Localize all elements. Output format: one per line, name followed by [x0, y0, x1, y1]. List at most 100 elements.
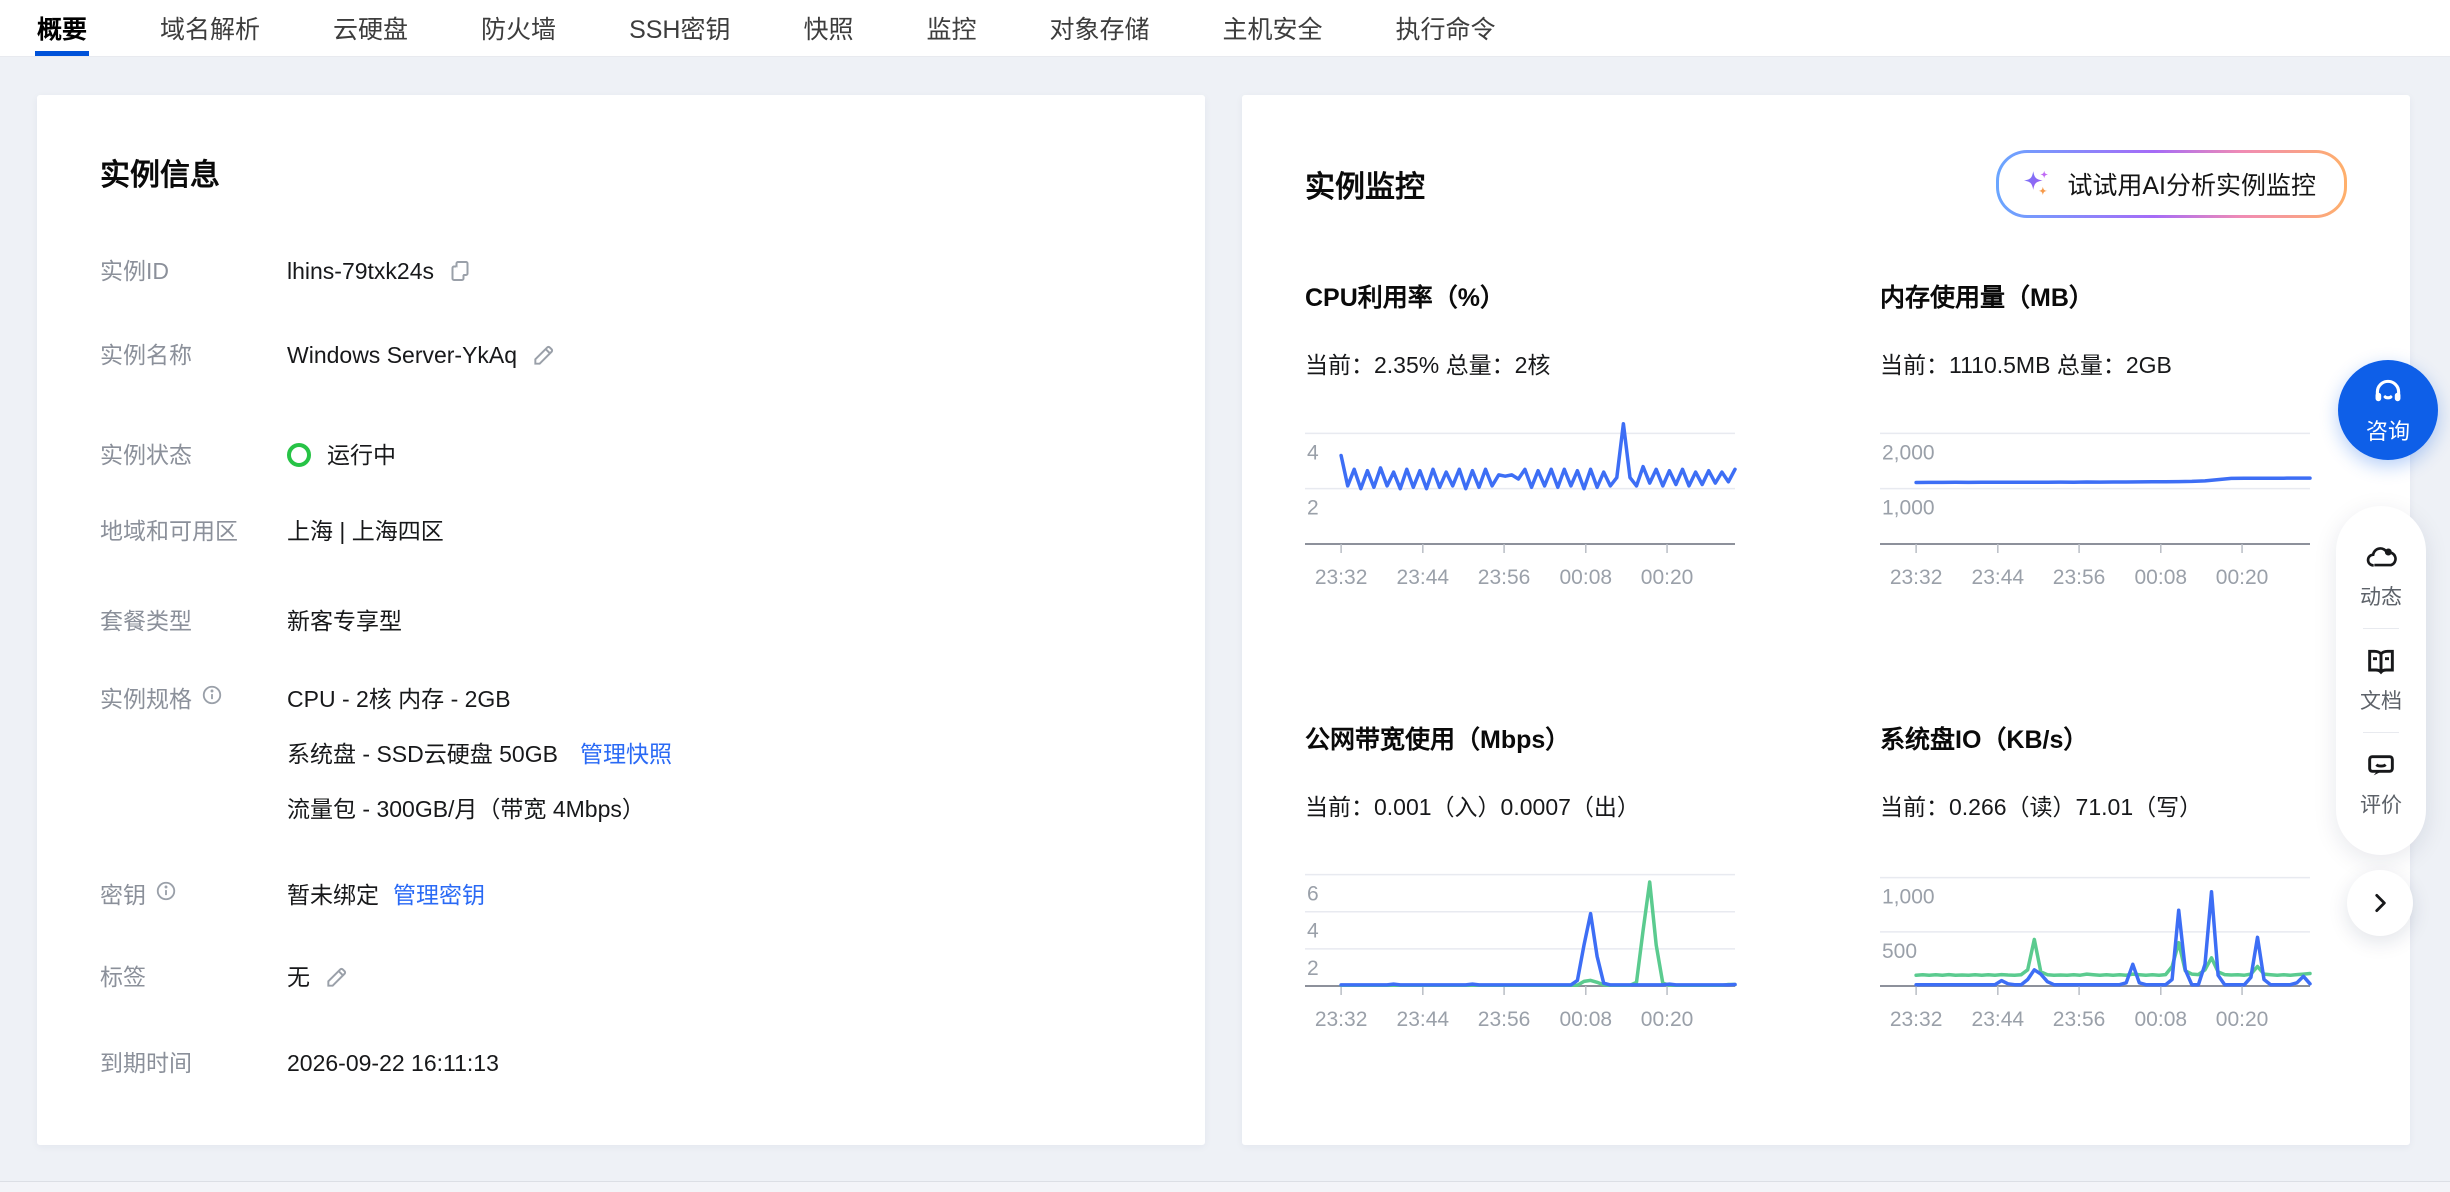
spec-info-icon[interactable] [201, 684, 223, 706]
tab-run-command[interactable]: 执行命令 [1396, 0, 1496, 56]
manage-key-link[interactable]: 管理密钥 [393, 880, 485, 910]
tab-snapshot[interactable]: 快照 [803, 0, 853, 56]
memory-usage-chart[interactable]: 2,0001,00023:3223:4423:5600:0800:20 [1880, 414, 2310, 594]
svg-text:23:32: 23:32 [1315, 566, 1368, 589]
tab-cloud-disk[interactable]: 云硬盘 [333, 0, 408, 56]
tag-value: 无 [287, 962, 310, 992]
tab-firewall[interactable]: 防火墙 [481, 0, 556, 56]
svg-text:00:08: 00:08 [2135, 566, 2188, 589]
docs-button[interactable]: 文档 [2360, 634, 2402, 727]
package-type-value: 新客专享型 [287, 606, 402, 636]
memory-chart-cell: 内存使用量（MB） 当前：1110.5MB 总量：2GB 2,000 1,000 2… [1880, 278, 2310, 594]
instance-monitor-title: 实例监控 [1305, 162, 1425, 206]
svg-text:1,000: 1,000 [1882, 886, 1935, 909]
ai-analyze-button[interactable]: 试试用AI分析实例监控 [1996, 150, 2347, 218]
consult-button[interactable]: 咨询 [2338, 360, 2438, 460]
svg-text:1,000: 1,000 [1882, 497, 1935, 520]
svg-text:500: 500 [1882, 940, 1917, 963]
disk-io-chart-current: 当前：0.266（读）71.01（写） [1880, 788, 2310, 822]
manage-snapshot-link[interactable]: 管理快照 [580, 739, 672, 769]
row-expire-time: 到期时间 2026-09-22 16:11:13 [100, 1048, 1142, 1078]
svg-text:00:08: 00:08 [1560, 566, 1613, 589]
side-toolbar: 动态 文档 评价 [2336, 506, 2426, 855]
region-label: 地域和可用区 [100, 516, 287, 546]
cpu-chart-cell: CPU利用率（%） 当前：2.35% 总量：2核 4223:3223:4423:… [1305, 278, 1735, 594]
news-button[interactable]: 动态 [2360, 530, 2402, 623]
bandwidth-chart-current: 当前：0.001（入）0.0007（出） [1305, 788, 1735, 822]
svg-text:6: 6 [1307, 883, 1319, 906]
tab-object-storage[interactable]: 对象存储 [1050, 0, 1150, 56]
instance-status-value: 运行中 [327, 440, 396, 470]
instance-tab-bar: 概要 域名解析 云硬盘 防火墙 SSH密钥 快照 监控 对象存储 主机安全 执行… [0, 0, 2450, 57]
svg-text:23:44: 23:44 [1972, 566, 2025, 589]
feedback-button[interactable]: 评价 [2360, 738, 2402, 831]
region-value: 上海 | 上海四区 [287, 516, 444, 546]
copy-icon[interactable] [448, 259, 472, 283]
chevron-right-icon [2367, 890, 2393, 916]
expire-time-value: 2026-09-22 16:11:13 [287, 1048, 499, 1078]
svg-text:23:56: 23:56 [1478, 1008, 1531, 1031]
spec-cpu-mem: CPU - 2核 内存 - 2GB [287, 684, 672, 714]
toolbar-divider [2363, 628, 2399, 629]
expire-time-label: 到期时间 [100, 1048, 287, 1078]
memory-chart-title: 内存使用量（MB） [1880, 278, 2310, 314]
svg-text:00:20: 00:20 [1641, 1008, 1694, 1031]
news-label: 动态 [2360, 581, 2402, 611]
package-type-label: 套餐类型 [100, 606, 287, 636]
svg-text:23:44: 23:44 [1397, 566, 1450, 589]
bandwidth-usage-chart[interactable]: 64223:3223:4423:5600:0800:20 [1305, 856, 1735, 1036]
disk-io-chart-cell: 系统盘IO（KB/s） 当前：0.266（读）71.01（写） 1,000500… [1880, 720, 2310, 1036]
instance-spec-label: 实例规格 [100, 684, 192, 714]
instance-name-label: 实例名称 [100, 340, 287, 370]
instance-id-value: lhins-79txk24s [287, 256, 434, 286]
row-instance-name: 实例名称 Windows Server-YkAq [100, 340, 1142, 370]
key-info-icon[interactable] [155, 880, 177, 902]
edit-tag-icon[interactable] [324, 964, 350, 990]
svg-text:23:44: 23:44 [1397, 1008, 1450, 1031]
instance-status-label: 实例状态 [100, 440, 287, 470]
row-package-type: 套餐类型 新客专享型 [100, 606, 1142, 636]
row-instance-spec: 实例规格 CPU - 2核 内存 - 2GB 系统盘 - SSD云硬盘 50GB… [100, 684, 1142, 824]
ai-analyze-label: 试试用AI分析实例监控 [2067, 166, 2316, 202]
monitor-charts-grid: CPU利用率（%） 当前：2.35% 总量：2核 4223:3223:4423:… [1305, 278, 2347, 1036]
instance-info-title: 实例信息 [100, 150, 1142, 194]
svg-text:23:56: 23:56 [1478, 566, 1531, 589]
collapse-toolbar-button[interactable] [2347, 870, 2413, 936]
tag-label: 标签 [100, 962, 287, 992]
svg-text:4: 4 [1307, 920, 1319, 943]
svg-text:23:44: 23:44 [1972, 1008, 2025, 1031]
row-instance-id: 实例ID lhins-79txk24s [100, 256, 1142, 286]
tab-dns[interactable]: 域名解析 [160, 0, 260, 56]
cpu-usage-chart[interactable]: 4223:3223:4423:5600:0800:20 [1305, 414, 1735, 594]
memory-chart-current: 当前：1110.5MB 总量：2GB [1880, 346, 2310, 380]
page-bottom-strip [0, 1182, 2450, 1192]
instance-info-rows: 实例ID lhins-79txk24s 实例名称 Windows Server-… [100, 256, 1142, 1078]
disk-io-chart[interactable]: 1,00050023:3223:4423:5600:0800:20 [1880, 856, 2310, 1036]
tab-ssh-key[interactable]: SSH密钥 [629, 0, 730, 56]
svg-text:00:08: 00:08 [2135, 1008, 2188, 1031]
row-tag: 标签 无 [100, 962, 1142, 992]
spec-traffic-package: 流量包 - 300GB/月（带宽 4Mbps） [287, 794, 672, 824]
bandwidth-chart-cell: 公网带宽使用（Mbps） 当前：0.001（入）0.0007（出） 64223:… [1305, 720, 1735, 1036]
svg-text:23:32: 23:32 [1890, 566, 1943, 589]
edit-name-icon[interactable] [531, 342, 557, 368]
tab-overview[interactable]: 概要 [37, 0, 87, 56]
feedback-icon [2365, 750, 2397, 782]
svg-text:00:08: 00:08 [1560, 1008, 1613, 1031]
row-instance-status: 实例状态 运行中 [100, 440, 1142, 470]
headset-icon [2371, 375, 2405, 409]
tab-monitor[interactable]: 监控 [926, 0, 976, 56]
toolbar-divider [2363, 732, 2399, 733]
ai-sparkle-icon [2019, 166, 2055, 202]
consult-label: 咨询 [2366, 414, 2410, 446]
svg-text:2,000: 2,000 [1882, 441, 1935, 464]
row-region: 地域和可用区 上海 | 上海四区 [100, 516, 1142, 546]
cloud-bell-icon [2365, 542, 2397, 574]
svg-text:23:56: 23:56 [2053, 1008, 2106, 1031]
svg-text:2: 2 [1307, 957, 1319, 980]
tab-host-security[interactable]: 主机安全 [1223, 0, 1323, 56]
cpu-chart-title: CPU利用率（%） [1305, 278, 1735, 314]
svg-text:00:20: 00:20 [1641, 566, 1694, 589]
row-key: 密钥 暂未绑定 管理密钥 [100, 880, 1142, 910]
key-label: 密钥 [100, 880, 146, 910]
